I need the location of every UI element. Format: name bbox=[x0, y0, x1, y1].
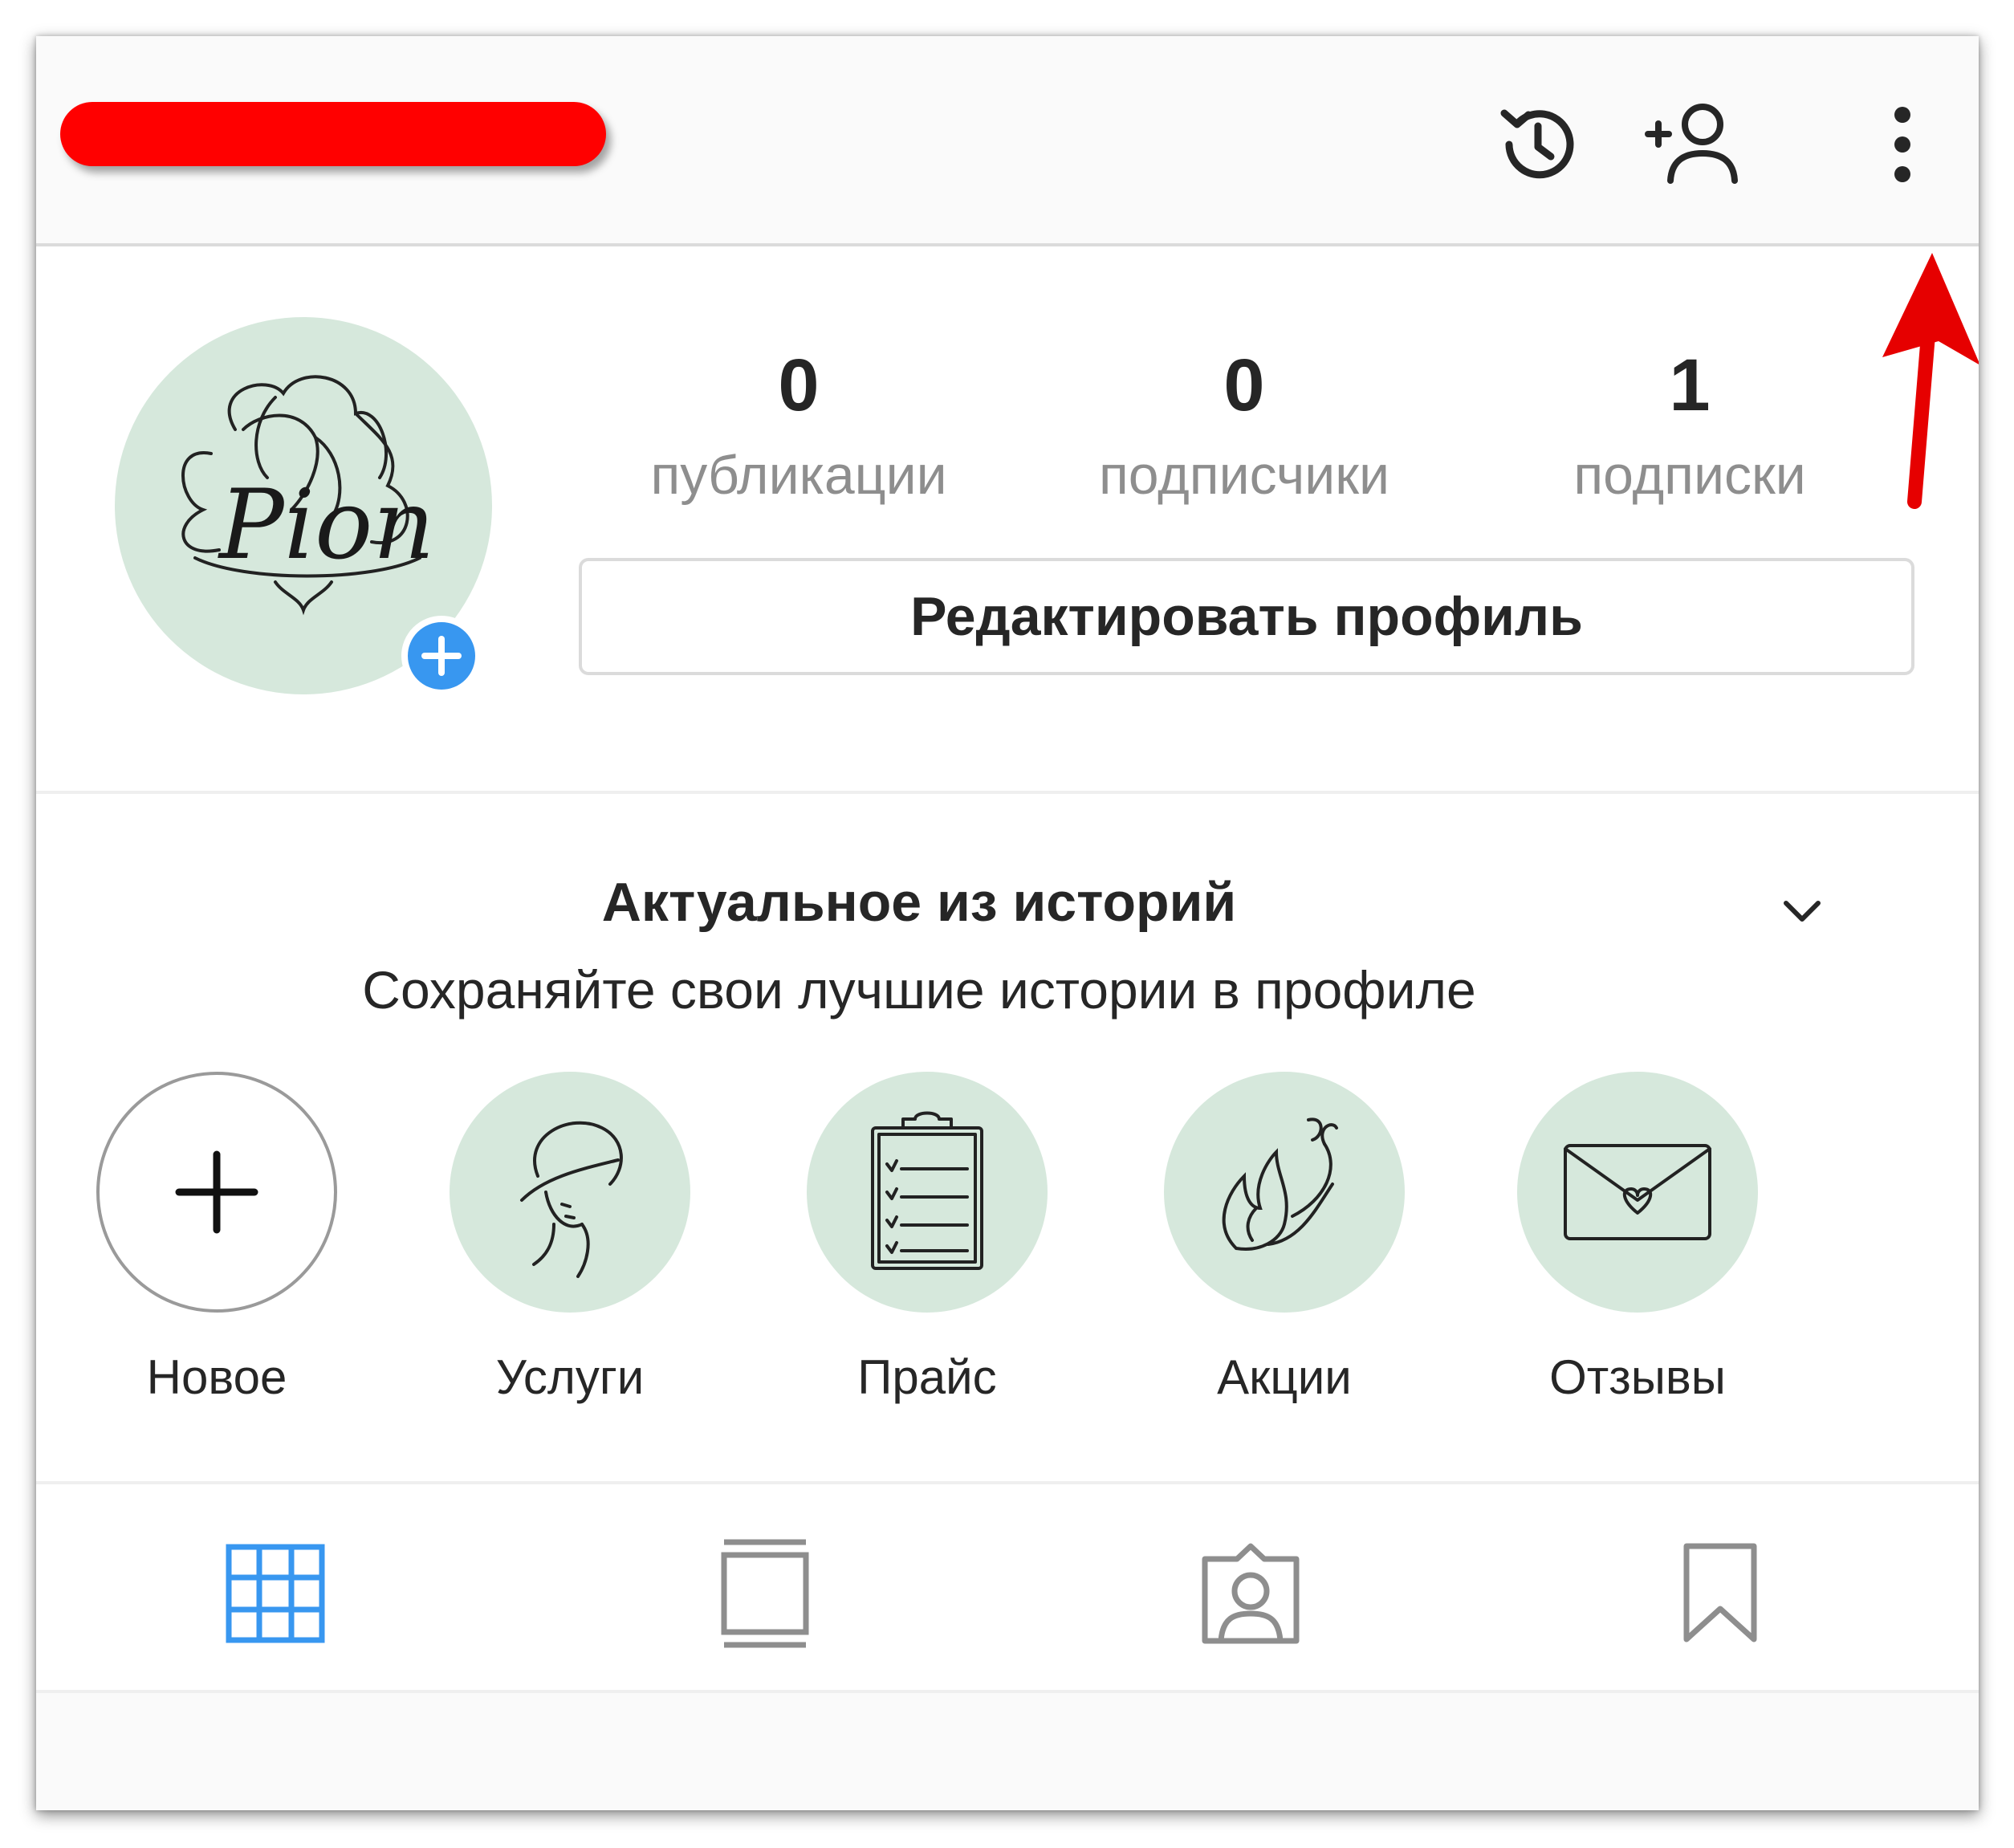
chevron-down-icon[interactable] bbox=[1770, 887, 1834, 935]
highlights-subtitle: Сохраняйте свои лучшие истории в профиле bbox=[36, 959, 1979, 1020]
highlight-services[interactable]: Услуги bbox=[441, 1072, 698, 1405]
annotation-arrow-icon bbox=[1882, 253, 1979, 509]
highlight-circle bbox=[96, 1072, 337, 1313]
woman-face-icon bbox=[520, 1121, 623, 1278]
tab-saved[interactable] bbox=[1656, 1529, 1784, 1658]
grid-icon bbox=[226, 1544, 325, 1643]
highlight-promotions[interactable]: Акции bbox=[1156, 1072, 1413, 1405]
highlight-label: Услуги bbox=[495, 1350, 645, 1404]
highlights-title: Актуальное из историй bbox=[36, 871, 1979, 934]
add-person-icon[interactable] bbox=[1642, 92, 1746, 197]
highlights-title-text: Актуальное из историй bbox=[601, 872, 1237, 933]
history-icon[interactable] bbox=[1485, 92, 1589, 197]
highlight-circle bbox=[807, 1072, 1048, 1313]
top-bar bbox=[36, 36, 1979, 246]
highlight-reviews[interactable]: Отзывы bbox=[1509, 1072, 1766, 1405]
app-frame: Pion 0 публикации 0 подписчики 1 подписк… bbox=[36, 36, 1979, 1810]
stat-followers[interactable]: 0 подписчики bbox=[1060, 341, 1429, 511]
highlights-subtitle-text: Сохраняйте свои лучшие истории в профиле bbox=[362, 960, 1476, 1020]
plus-icon bbox=[175, 1150, 258, 1234]
highlight-label: Новое bbox=[146, 1350, 287, 1404]
feed-icon bbox=[721, 1539, 809, 1648]
stat-following[interactable]: 1 подписки bbox=[1505, 341, 1874, 511]
avatar-logo-text: Pion bbox=[218, 470, 435, 581]
highlight-label: Акции bbox=[1217, 1350, 1352, 1404]
stat-following-label: подписки bbox=[1573, 445, 1806, 506]
highlight-label: Прайс bbox=[857, 1350, 997, 1404]
stat-posts-label: публикации bbox=[650, 445, 947, 506]
divider bbox=[36, 791, 1979, 794]
flame-icon bbox=[1222, 1117, 1338, 1251]
edit-profile-button[interactable]: Редактировать профиль bbox=[579, 558, 1914, 675]
highlight-price[interactable]: Прайс bbox=[799, 1072, 1056, 1405]
stat-followers-value: 0 bbox=[1223, 344, 1265, 426]
redacted-username bbox=[60, 102, 606, 166]
tab-grid[interactable] bbox=[211, 1529, 340, 1658]
highlight-circle bbox=[1517, 1072, 1758, 1313]
more-vertical-icon[interactable] bbox=[1850, 92, 1955, 197]
stat-followers-label: подписчики bbox=[1098, 445, 1389, 506]
highlight-circle bbox=[1164, 1072, 1405, 1313]
add-story-button[interactable] bbox=[401, 616, 482, 696]
saved-icon bbox=[1683, 1543, 1757, 1642]
envelope-heart-icon bbox=[1564, 1144, 1711, 1240]
divider bbox=[36, 1481, 1979, 1484]
highlight-new[interactable]: Новое bbox=[88, 1072, 345, 1405]
tab-feed[interactable] bbox=[701, 1529, 829, 1658]
clipboard-icon bbox=[871, 1111, 983, 1270]
highlight-label: Отзывы bbox=[1549, 1350, 1726, 1404]
stat-following-value: 1 bbox=[1669, 344, 1711, 426]
bottom-strip bbox=[36, 1690, 1979, 1810]
tab-tagged[interactable] bbox=[1186, 1529, 1315, 1658]
tagged-icon bbox=[1202, 1543, 1300, 1644]
stat-posts-value: 0 bbox=[778, 344, 820, 426]
stat-posts[interactable]: 0 публикации bbox=[614, 341, 983, 511]
highlight-circle bbox=[450, 1072, 690, 1313]
